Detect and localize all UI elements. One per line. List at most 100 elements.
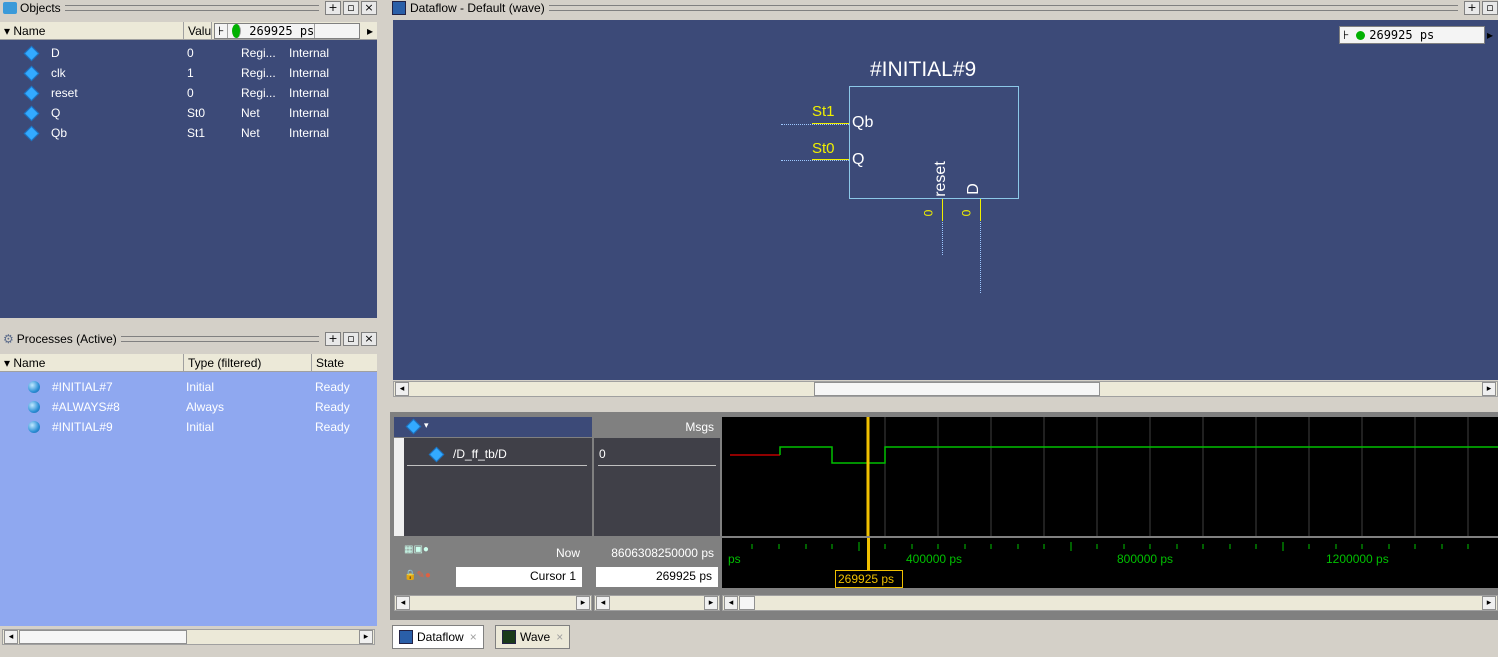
col-type[interactable]: Type (filtered) xyxy=(184,354,312,371)
object-row[interactable]: Q St0 Net Internal xyxy=(23,103,329,123)
time-ruler[interactable]: ps 400000 ps 800000 ps 1200000 ps 269925… xyxy=(722,538,1498,588)
values-hscroll[interactable]: ◂ ▸ xyxy=(594,595,720,611)
vertical-splitter[interactable] xyxy=(378,0,388,657)
object-value: 0 xyxy=(187,46,194,60)
objects-time: 269925 ps xyxy=(245,24,316,38)
object-row[interactable]: Qb St1 Net Internal xyxy=(23,123,329,143)
cursor-jump-icon[interactable]: ⊦ xyxy=(1340,28,1352,42)
title-grip[interactable] xyxy=(548,5,1458,11)
object-value: St1 xyxy=(187,126,206,140)
col-name[interactable]: ▾ Name xyxy=(0,22,184,39)
process-name: #INITIAL#7 xyxy=(52,380,113,394)
scroll-right-icon[interactable]: ▸ xyxy=(1482,382,1496,396)
scroll-thumb[interactable] xyxy=(19,630,187,644)
add-icon[interactable]: + xyxy=(1464,1,1480,15)
wire-q xyxy=(781,160,849,161)
wave-signal-row[interactable]: /D_ff_tb/D xyxy=(407,446,587,466)
cursor-flag[interactable]: 269925 ps xyxy=(835,570,903,588)
now-icons[interactable]: ▦▣● xyxy=(404,544,429,555)
wire-qb-active xyxy=(812,123,849,124)
col-name[interactable]: ▾ Name xyxy=(0,354,184,371)
wave-icon xyxy=(502,630,516,644)
waveform-canvas[interactable] xyxy=(722,417,1498,536)
process-icon xyxy=(28,381,40,393)
object-kind: Net xyxy=(241,106,260,120)
object-kind: Regi... xyxy=(241,86,276,100)
process-state: Ready xyxy=(315,400,350,414)
scroll-thumb[interactable] xyxy=(814,382,1100,396)
expand-right-icon[interactable]: ▸ xyxy=(1487,28,1493,42)
object-row[interactable]: reset 0 Regi... Internal xyxy=(23,83,329,103)
tab-dataflow[interactable]: Dataflow × xyxy=(392,625,484,649)
scroll-right-icon[interactable]: ▸ xyxy=(576,596,590,610)
wave-hscroll[interactable]: ◂ ▸ xyxy=(722,595,1498,611)
scroll-left-icon[interactable]: ◂ xyxy=(395,382,409,396)
port-q-label: Q xyxy=(852,151,865,168)
title-grip[interactable] xyxy=(64,5,319,11)
dataflow-titlebar: Dataflow - Default (wave) + ▫ xyxy=(390,0,1498,16)
cursor-ruler-line xyxy=(867,538,870,571)
cursor-name-box[interactable]: Cursor 1 xyxy=(456,567,582,587)
cursor-jump-icon[interactable]: ⊦ xyxy=(215,24,229,38)
process-state: Ready xyxy=(315,420,350,434)
scroll-left-icon[interactable]: ◂ xyxy=(596,596,610,610)
object-value: St0 xyxy=(187,106,206,120)
objects-time-box[interactable]: ⊦ 269925 ps xyxy=(214,23,360,39)
processes-title: Processes (Active) xyxy=(16,332,117,346)
process-row[interactable]: #INITIAL#9 Initial Ready xyxy=(28,417,368,437)
tab-wave[interactable]: Wave × xyxy=(495,625,571,649)
object-mode: Internal xyxy=(289,66,330,80)
cursor-value-box[interactable]: 269925 ps xyxy=(596,567,718,587)
port-qb-label: Qb xyxy=(852,114,874,131)
title-grip[interactable] xyxy=(120,336,319,342)
scroll-thumb[interactable] xyxy=(739,596,755,610)
undock-icon[interactable]: ▫ xyxy=(343,332,359,346)
object-kind: Regi... xyxy=(241,66,276,80)
port-reset-value: 0 xyxy=(921,209,936,217)
cursor-icons[interactable]: 🔒✎● xyxy=(404,570,431,581)
dataflow-hscroll[interactable]: ◂ ▸ xyxy=(393,381,1498,397)
object-row[interactable]: clk 1 Regi... Internal xyxy=(23,63,329,83)
scroll-right-icon[interactable]: ▸ xyxy=(1482,596,1496,610)
dataflow-icon xyxy=(399,630,413,644)
col-state[interactable]: State xyxy=(312,354,377,371)
object-name: clk xyxy=(51,66,66,80)
col-value[interactable]: Valu xyxy=(184,22,212,39)
undock-icon[interactable]: ▫ xyxy=(1482,1,1498,15)
signal-icon xyxy=(23,85,40,101)
now-label: Now xyxy=(555,546,580,560)
object-name: Qb xyxy=(51,126,68,140)
scroll-right-icon[interactable]: ▸ xyxy=(359,630,373,644)
scroll-right-icon[interactable]: ▸ xyxy=(704,596,718,610)
add-icon[interactable]: + xyxy=(325,1,341,15)
object-name: reset xyxy=(51,86,78,100)
process-row[interactable]: #INITIAL#7 Initial Ready xyxy=(28,377,368,397)
ruler-label: 800000 ps xyxy=(1117,552,1174,566)
object-mode: Internal xyxy=(289,126,330,140)
expand-right-icon[interactable]: ▸ xyxy=(363,22,373,39)
close-icon[interactable]: × xyxy=(556,630,563,644)
ruler-label: 1200000 ps xyxy=(1326,552,1389,566)
close-icon[interactable]: × xyxy=(361,1,377,15)
status-dot-icon xyxy=(1356,30,1366,40)
scroll-left-icon[interactable]: ◂ xyxy=(396,596,410,610)
names-hscroll[interactable]: ◂ ▸ xyxy=(394,595,592,611)
scroll-left-icon[interactable]: ◂ xyxy=(4,630,18,644)
process-name: #ALWAYS#8 xyxy=(52,400,120,414)
dataflow-time-box[interactable]: ⊦ 269925 ps xyxy=(1339,26,1485,44)
msgs-header: Msgs xyxy=(594,417,720,437)
close-icon[interactable]: × xyxy=(361,332,377,346)
objects-titlebar: Objects + ▫ × xyxy=(0,0,377,16)
undock-icon[interactable]: ▫ xyxy=(343,1,359,15)
dropdown-icon[interactable]: ▾ xyxy=(424,420,429,431)
scroll-left-icon[interactable]: ◂ xyxy=(724,596,738,610)
object-mode: Internal xyxy=(289,46,330,60)
wire-reset-active xyxy=(942,199,943,221)
processes-hscroll[interactable]: ◂ ▸ xyxy=(2,629,375,645)
signal-menu-icon[interactable] xyxy=(405,418,422,435)
object-row[interactable]: D 0 Regi... Internal xyxy=(23,43,329,63)
process-icon xyxy=(28,421,40,433)
close-icon[interactable]: × xyxy=(470,630,477,644)
process-row[interactable]: #ALWAYS#8 Always Ready xyxy=(28,397,368,417)
add-icon[interactable]: + xyxy=(325,332,341,346)
